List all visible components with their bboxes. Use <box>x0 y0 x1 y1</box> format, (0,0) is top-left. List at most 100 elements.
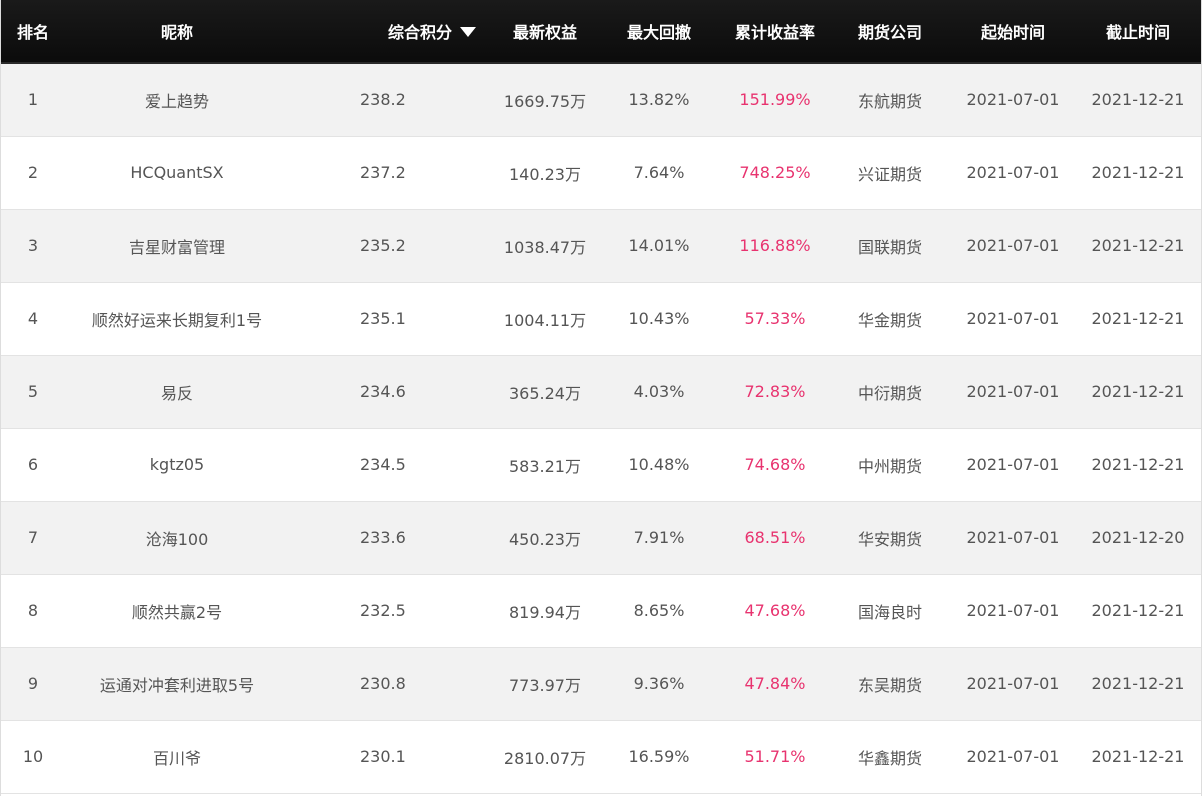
header-equity[interactable]: 最新权益 <box>494 0 596 64</box>
cell-nickname[interactable]: HCQuantSX <box>66 136 288 209</box>
header-nickname[interactable]: 昵称 <box>66 0 288 64</box>
header-equity-label: 最新权益 <box>512 23 577 42</box>
cell-rank: 5 <box>27 382 39 401</box>
cell-score: 237.2 <box>360 163 406 182</box>
cell-drawdown: 7.91% <box>633 528 685 547</box>
table-row[interactable]: 3 吉星财富管理 235.2 1038.47万 14.01% 116.88% 国… <box>0 209 1202 282</box>
cell-nickname[interactable]: 顺然共赢2号 <box>66 574 288 647</box>
caret-down-icon[interactable] <box>460 26 476 37</box>
table-row[interactable]: 2 HCQuantSX 237.2 140.23万 7.64% 748.25% … <box>0 136 1202 209</box>
table-row[interactable]: 6 kgtz05 234.5 583.21万 10.48% 74.68% 中州期… <box>0 428 1202 501</box>
cell-start: 2021-07-01 <box>966 309 1060 328</box>
ranking-table: 排名 昵称 综合积分 最新权益 最大回撤 累计收益率 期货公司 起始时间 截止时… <box>0 0 1202 794</box>
cell-equity: 1038.47万 <box>503 237 587 257</box>
cell-start: 2021-07-01 <box>966 163 1060 182</box>
table-row[interactable]: 1 爱上趋势 238.2 1669.75万 13.82% 151.99% 东航期… <box>0 63 1202 136</box>
cell-rank: 2 <box>27 163 39 182</box>
header-rank-label: 排名 <box>16 23 49 42</box>
cell-drawdown: 14.01% <box>628 236 690 255</box>
cell-nickname[interactable]: kgtz05 <box>66 428 288 501</box>
header-company[interactable]: 期货公司 <box>828 0 952 64</box>
cell-start: 2021-07-01 <box>966 601 1060 620</box>
cell-score: 234.5 <box>360 455 406 474</box>
cell-equity: 1004.11万 <box>503 310 587 330</box>
cell-drawdown: 7.64% <box>633 163 685 182</box>
cell-drawdown: 10.48% <box>628 455 690 474</box>
table-row[interactable]: 7 沧海100 233.6 450.23万 7.91% 68.51% 华安期货 … <box>0 501 1202 574</box>
cell-score: 234.6 <box>360 382 406 401</box>
cell-score: 235.1 <box>360 309 406 328</box>
table-row[interactable]: 9 运通对冲套利进取5号 230.8 773.97万 9.36% 47.84% … <box>0 647 1202 720</box>
cell-company: 国联期货 <box>857 237 922 257</box>
cell-return-rate: 47.68% <box>744 601 806 620</box>
cell-start: 2021-07-01 <box>966 528 1060 547</box>
cell-end: 2021-12-21 <box>1091 309 1185 328</box>
table-row[interactable]: 4 顺然好运来长期复利1号 235.1 1004.11万 10.43% 57.3… <box>0 282 1202 355</box>
cell-rank: 6 <box>27 455 39 474</box>
cell-equity: 819.94万 <box>509 602 581 622</box>
cell-equity: 583.21万 <box>509 456 581 476</box>
ranking-table-container: 排名 昵称 综合积分 最新权益 最大回撤 累计收益率 期货公司 起始时间 截止时… <box>0 0 1202 796</box>
header-end-label: 截止时间 <box>1105 23 1170 42</box>
cell-score: 232.5 <box>360 601 406 620</box>
cell-end: 2021-12-21 <box>1091 601 1185 620</box>
cell-end: 2021-12-21 <box>1091 382 1185 401</box>
table-header: 排名 昵称 综合积分 最新权益 最大回撤 累计收益率 期货公司 起始时间 截止时… <box>0 0 1202 64</box>
table-row[interactable]: 10 百川爷 230.1 2810.07万 16.59% 51.71% 华鑫期货… <box>0 720 1202 793</box>
cell-rank: 4 <box>27 309 39 328</box>
table-row[interactable]: 5 易反 234.6 365.24万 4.03% 72.83% 中衍期货 202… <box>0 355 1202 428</box>
cell-return-rate: 68.51% <box>744 528 806 547</box>
cell-company: 东吴期货 <box>857 675 922 695</box>
cell-nickname[interactable]: 百川爷 <box>66 720 288 793</box>
cell-nickname[interactable]: 吉星财富管理 <box>66 209 288 282</box>
cell-nickname[interactable]: 运通对冲套利进取5号 <box>66 647 288 720</box>
cell-end: 2021-12-20 <box>1091 528 1185 547</box>
cell-rank: 1 <box>27 90 39 110</box>
header-end[interactable]: 截止时间 <box>1074 0 1202 64</box>
cell-equity: 450.23万 <box>509 529 581 549</box>
cell-end: 2021-12-21 <box>1091 674 1185 693</box>
cell-end: 2021-12-21 <box>1091 163 1185 182</box>
cell-end: 2021-12-21 <box>1091 455 1185 474</box>
header-return-rate[interactable]: 累计收益率 <box>722 0 828 64</box>
cell-rank: 3 <box>27 236 39 255</box>
header-row: 排名 昵称 综合积分 最新权益 最大回撤 累计收益率 期货公司 起始时间 截止时… <box>0 0 1202 64</box>
cell-equity: 1669.75万 <box>503 91 587 111</box>
table-row[interactable]: 8 顺然共赢2号 232.5 819.94万 8.65% 47.68% 国海良时… <box>0 574 1202 647</box>
header-start[interactable]: 起始时间 <box>952 0 1074 64</box>
cell-company: 华金期货 <box>857 310 922 330</box>
cell-return-rate: 151.99% <box>739 90 811 110</box>
cell-nickname[interactable]: 易反 <box>66 355 288 428</box>
cell-company: 华安期货 <box>857 529 922 549</box>
header-score-label: 综合积分 <box>387 23 452 42</box>
cell-drawdown: 10.43% <box>628 309 690 328</box>
cell-return-rate: 51.71% <box>744 747 806 766</box>
cell-end: 2021-12-21 <box>1091 236 1185 255</box>
cell-drawdown: 16.59% <box>628 747 690 766</box>
cell-company: 华鑫期货 <box>857 748 922 768</box>
cell-rank: 10 <box>22 747 44 766</box>
cell-start: 2021-07-01 <box>966 674 1060 693</box>
cell-return-rate: 72.83% <box>744 382 806 401</box>
header-score[interactable]: 综合积分 <box>288 0 494 64</box>
header-start-label: 起始时间 <box>980 23 1045 42</box>
cell-equity: 2810.07万 <box>503 748 587 768</box>
cell-equity: 365.24万 <box>509 383 581 403</box>
header-rank[interactable]: 排名 <box>0 0 66 64</box>
header-drawdown[interactable]: 最大回撤 <box>596 0 722 64</box>
cell-company: 中衍期货 <box>857 383 922 403</box>
cell-rank: 8 <box>27 601 39 620</box>
cell-company: 兴证期货 <box>857 164 922 184</box>
cell-start: 2021-07-01 <box>966 455 1060 474</box>
cell-start: 2021-07-01 <box>966 236 1060 255</box>
cell-nickname[interactable]: 顺然好运来长期复利1号 <box>66 282 288 355</box>
cell-company: 中州期货 <box>857 456 922 476</box>
cell-drawdown: 8.65% <box>633 601 685 620</box>
cell-score: 230.8 <box>360 674 406 693</box>
table-left-border <box>0 0 1 796</box>
cell-return-rate: 74.68% <box>744 455 806 474</box>
cell-nickname[interactable]: 爱上趋势 <box>66 63 288 136</box>
cell-nickname[interactable]: 沧海100 <box>66 501 288 574</box>
cell-return-rate: 116.88% <box>739 236 811 255</box>
header-company-label: 期货公司 <box>857 23 922 42</box>
